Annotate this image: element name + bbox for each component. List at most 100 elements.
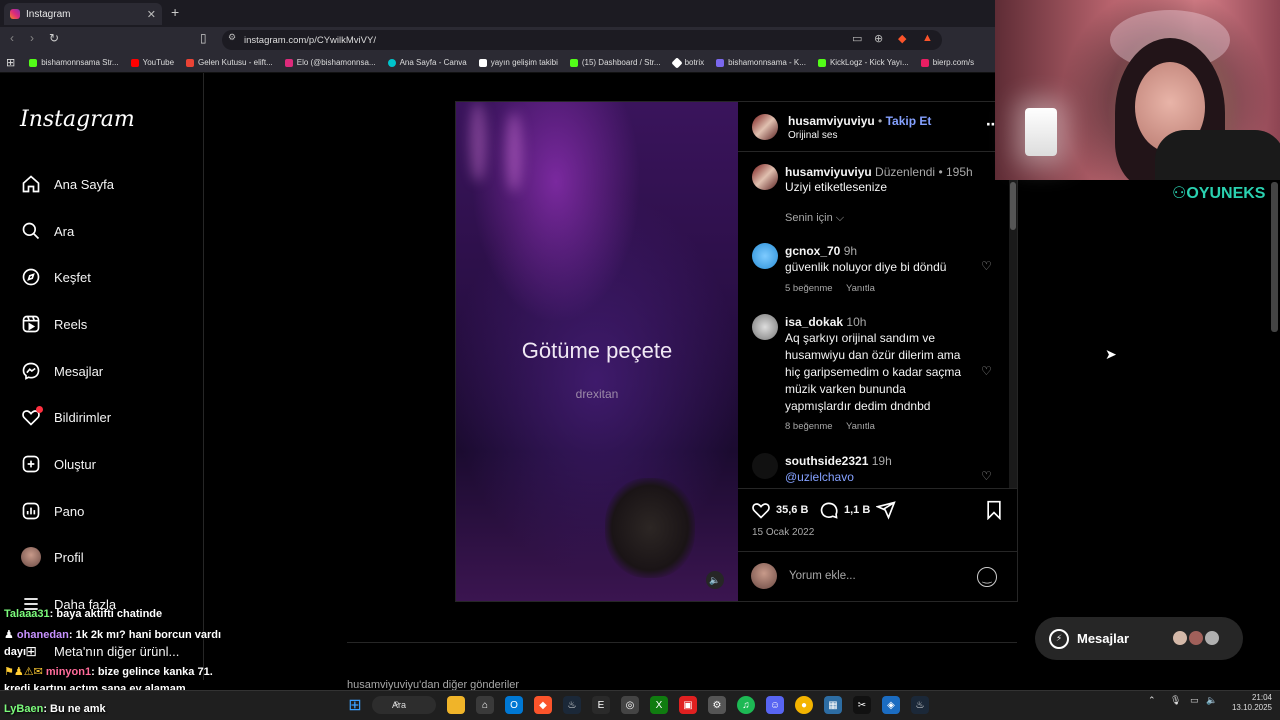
instagram-logo[interactable]: Instagram <box>20 107 135 132</box>
tray-chevron-icon[interactable]: ⌃ <box>1148 695 1156 706</box>
comment-input[interactable]: Yorum ekle... <box>789 570 856 582</box>
steam-icon[interactable]: ♨ <box>563 696 581 714</box>
bookmark-item[interactable]: (15) Dashboard / Str... <box>569 58 661 67</box>
forward-icon[interactable]: › <box>30 31 34 45</box>
site-info-icon[interactable]: ⚙ <box>228 32 236 43</box>
reply-button[interactable]: Yanıtla <box>846 421 875 432</box>
new-tab-icon[interactable]: + <box>171 4 179 20</box>
nav-search[interactable]: Ara <box>20 220 74 242</box>
author-username[interactable]: husamviyuviyu <box>788 114 875 128</box>
bookmark-item[interactable]: Ana Sayfa - Canva <box>387 58 467 67</box>
volume-icon[interactable]: 🔈 <box>1206 695 1217 706</box>
bookmark-item[interactable]: YouTube <box>130 58 174 67</box>
nav-profile[interactable]: Profil <box>20 546 84 568</box>
share-icon[interactable] <box>875 500 896 525</box>
commenter-avatar[interactable] <box>752 243 778 269</box>
link-icon <box>716 58 725 67</box>
zoom-icon[interactable]: ⊕ <box>874 32 883 45</box>
comment-like-icon[interactable]: ♡ <box>981 364 992 378</box>
apps-icon[interactable]: ⊞ <box>6 56 15 69</box>
emoji-icon[interactable]: ‿ <box>977 567 997 587</box>
discord-icon[interactable]: ☺ <box>766 696 784 714</box>
comment-like-icon[interactable]: ♡ <box>981 259 992 273</box>
store-icon[interactable]: ⌂ <box>476 696 494 714</box>
follow-button[interactable]: Takip Et <box>886 114 932 128</box>
steam-icon[interactable]: ♨ <box>911 696 929 714</box>
comment-username[interactable]: southside2321 <box>785 454 868 468</box>
likes-count[interactable]: 35,6 B <box>776 504 808 516</box>
comment-likes[interactable]: 5 beğenme <box>785 283 833 294</box>
xbox-icon[interactable]: X <box>650 696 668 714</box>
network-icon[interactable]: ▭ <box>1190 695 1199 706</box>
nav-notifications[interactable]: Bildirimler <box>20 406 111 428</box>
comment-username[interactable]: isa_dokak <box>785 315 843 329</box>
brave-shield-icon[interactable]: ◆ <box>898 32 906 45</box>
bookmark-item[interactable]: KickLogz - Kick Yayı... <box>817 58 909 67</box>
obs-icon[interactable]: ◎ <box>621 696 639 714</box>
url-bar[interactable]: instagram.com/p/CYwilkMviVY/ <box>222 30 942 50</box>
author-avatar[interactable] <box>752 114 778 140</box>
app-icon[interactable]: ▦ <box>824 696 842 714</box>
spotify-icon[interactable]: ♫ <box>737 696 755 714</box>
nav-dashboard[interactable]: Pano <box>20 500 84 522</box>
caption-username[interactable]: husamviyuviyu <box>785 165 872 179</box>
messenger-icon: ⚡ <box>1049 628 1069 649</box>
mouse-cursor-icon: ➤ <box>1105 346 1117 362</box>
audio-label[interactable]: Orijinal ses <box>788 130 837 141</box>
comments-count[interactable]: 1,1 B <box>844 504 870 516</box>
scrollbar-thumb[interactable] <box>1010 182 1016 230</box>
bookmark-item[interactable]: yayın gelişim takibi <box>478 58 558 67</box>
commenter-avatar[interactable] <box>752 314 778 340</box>
cast-icon[interactable]: ▭ <box>852 32 862 45</box>
reload-icon[interactable]: ↻ <box>49 31 59 45</box>
comment-likes[interactable]: 8 beğenme <box>785 421 833 432</box>
sort-dropdown[interactable]: Senin için ⌵ <box>785 212 844 225</box>
epic-games-icon[interactable]: E <box>592 696 610 714</box>
comment-icon[interactable] <box>819 500 839 525</box>
close-tab-icon[interactable]: ✕ <box>147 8 156 21</box>
tray-clock[interactable]: 21:04 13.10.2025 <box>1226 693 1272 713</box>
bookmark-item[interactable]: bishamonnsama - K... <box>716 58 806 67</box>
comment-time: 9h <box>843 244 858 258</box>
volume-icon[interactable]: 🔈 <box>706 571 724 589</box>
caption-avatar[interactable] <box>752 164 778 190</box>
taskbar-search[interactable]: Ara <box>372 696 436 714</box>
comment-mention[interactable]: @uzielchavo <box>785 469 854 486</box>
nav-explore[interactable]: Keşfet <box>20 266 91 288</box>
youtube-icon <box>130 58 139 67</box>
brave-icon[interactable]: ◆ <box>534 696 552 714</box>
microphone-icon[interactable]: 🎙 <box>1170 695 1181 706</box>
nav-messages[interactable]: Mesajlar <box>20 360 103 382</box>
app-icon[interactable]: ▣ <box>679 696 697 714</box>
bookmark-item[interactable]: bishamonnsama Str... <box>29 58 119 67</box>
file-explorer-icon[interactable] <box>447 696 465 714</box>
browser-tab[interactable]: Instagram ✕ <box>4 3 162 25</box>
bookmark-item[interactable]: botrix <box>670 56 704 69</box>
bookmark-item[interactable]: bierp.com/s <box>920 58 974 67</box>
app-icon[interactable]: ⚙ <box>708 696 726 714</box>
capcut-icon[interactable]: ✂ <box>853 696 871 714</box>
save-icon[interactable] <box>985 500 1003 525</box>
outlook-icon[interactable]: O <box>505 696 523 714</box>
messages-pill[interactable]: ⚡ Mesajlar <box>1035 617 1243 660</box>
back-icon[interactable]: ‹ <box>10 31 14 45</box>
commenter-avatar[interactable] <box>752 453 778 479</box>
comment-username[interactable]: gcnox_70 <box>785 244 840 258</box>
brave-rewards-icon[interactable]: ▲ <box>922 32 933 44</box>
bookmark-icon[interactable]: ▯ <box>200 31 207 45</box>
nav-create[interactable]: Oluştur <box>20 453 96 475</box>
comment-like-icon[interactable]: ♡ <box>981 469 992 483</box>
url-text: instagram.com/p/CYwilkMviVY/ <box>244 34 376 46</box>
nav-reels[interactable]: Reels <box>20 313 87 335</box>
nav-meta-products[interactable]: ⊞ Meta'nın diğer ürünl... <box>20 640 179 662</box>
nav-home[interactable]: Ana Sayfa <box>20 173 114 195</box>
like-icon[interactable] <box>751 500 771 525</box>
bookmark-item[interactable]: Gelen Kutusu - elift... <box>186 58 273 67</box>
page-scrollbar[interactable] <box>1271 182 1278 332</box>
chrome-icon[interactable]: ● <box>795 696 813 714</box>
app-icon[interactable]: ◈ <box>882 696 900 714</box>
reply-button[interactable]: Yanıtla <box>846 283 875 294</box>
separator-dot: • <box>878 114 886 128</box>
bookmark-item[interactable]: Elo (@bishamonnsa... <box>284 58 376 67</box>
windows-start-icon[interactable]: ⊞ <box>346 696 364 714</box>
